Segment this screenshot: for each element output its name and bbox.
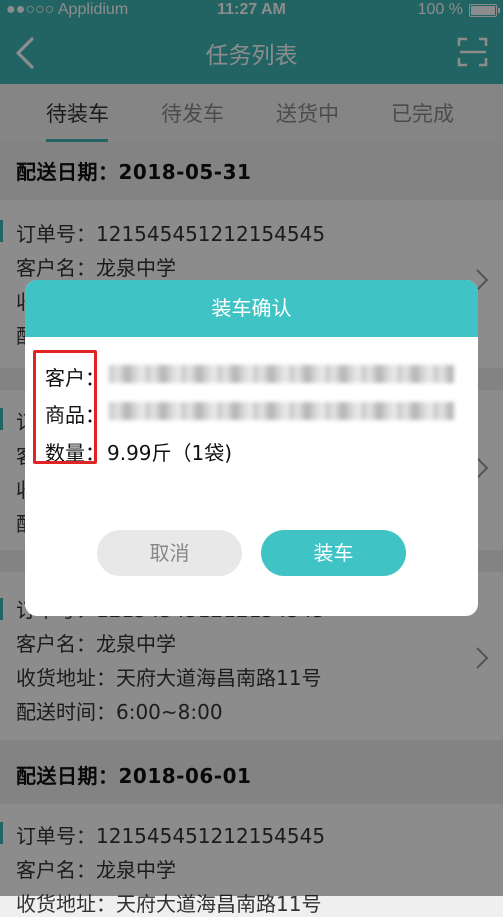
quantity-value: 9.99斤（1袋) <box>107 441 233 465</box>
redacted-customer-value <box>109 365 454 383</box>
confirm-load-button[interactable]: 装车 <box>261 530 406 576</box>
highlight-box <box>33 350 97 464</box>
dialog-title: 装车确认 <box>25 280 478 337</box>
load-confirm-dialog: 装车确认 客户： 商品： 数量： 9.99斤（1袋) 取消 装车 <box>25 280 478 616</box>
cancel-button[interactable]: 取消 <box>97 530 242 576</box>
redacted-goods-value <box>109 402 454 420</box>
